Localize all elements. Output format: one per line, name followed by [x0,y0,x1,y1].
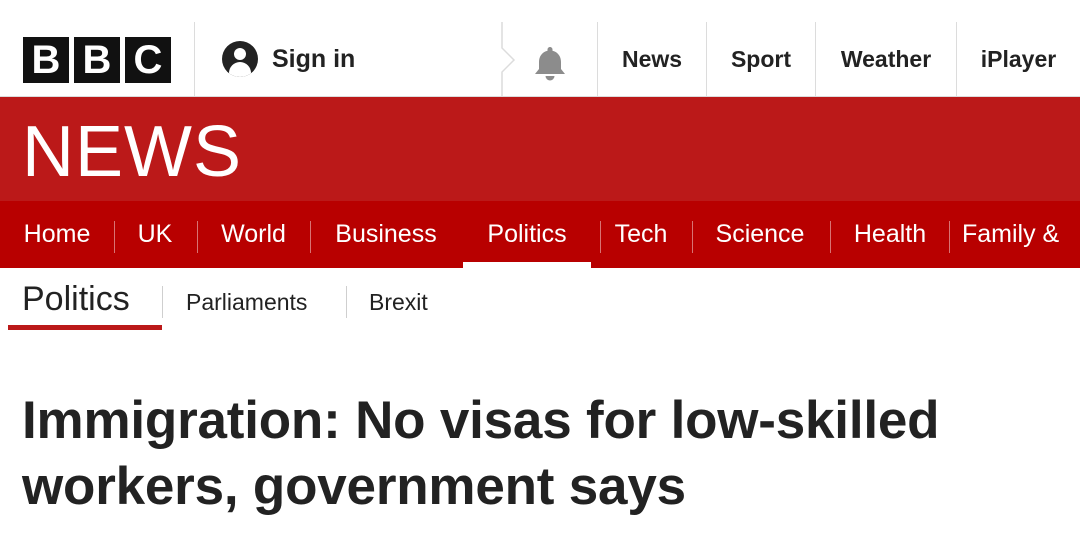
global-header: B B C Sign in News Sport Weather iPlayer [0,0,1080,97]
section-nav: Home UK World Business Politics Tech Sci… [0,201,1080,268]
subnav-separator [346,286,347,318]
nav-separator [600,221,601,253]
user-icon [222,41,258,77]
subnav-brexit[interactable]: Brexit [369,289,428,316]
article-headline: Immigration: No visas for low-skilled wo… [22,388,1072,520]
bell-icon[interactable] [533,45,567,81]
nav-separator [949,221,950,253]
sign-in-label: Sign in [272,44,356,73]
subnav-separator [162,286,163,318]
nav-item-politics[interactable]: Politics [463,201,591,268]
nav-item-tech[interactable]: Tech [605,201,677,268]
top-link-news[interactable]: News [598,22,706,97]
nav-separator [692,221,693,253]
subnav-politics[interactable]: Politics [22,280,130,319]
nav-item-home[interactable]: Home [9,201,105,268]
nav-item-family[interactable]: Family & [962,201,1080,268]
header-divider [194,22,195,97]
bbc-logo-letter: B [23,37,69,83]
bbc-logo-letter: C [125,37,171,83]
subnav-active-indicator [8,325,162,330]
nav-item-uk[interactable]: UK [123,201,187,268]
news-logo[interactable]: NEWS [22,112,242,192]
headline-line: workers, government says [22,457,686,516]
top-link-iplayer[interactable]: iPlayer [957,22,1080,97]
nav-separator [197,221,198,253]
bbc-logo-letter: B [74,37,120,83]
nav-item-science[interactable]: Science [700,201,820,268]
nav-item-business[interactable]: Business [319,201,453,268]
nav-item-health[interactable]: Health [839,201,941,268]
headline-line: Immigration: No visas for low-skilled [22,391,940,450]
header-chevron-divider [501,22,516,97]
bbc-logo[interactable]: B B C [23,37,171,83]
sign-in-button[interactable]: Sign in [222,41,355,77]
nav-item-world[interactable]: World [206,201,301,268]
subnav-parliaments[interactable]: Parliaments [186,289,307,316]
nav-separator [830,221,831,253]
nav-separator [114,221,115,253]
top-link-sport[interactable]: Sport [707,22,815,97]
top-link-weather[interactable]: Weather [816,22,956,97]
nav-separator [310,221,311,253]
